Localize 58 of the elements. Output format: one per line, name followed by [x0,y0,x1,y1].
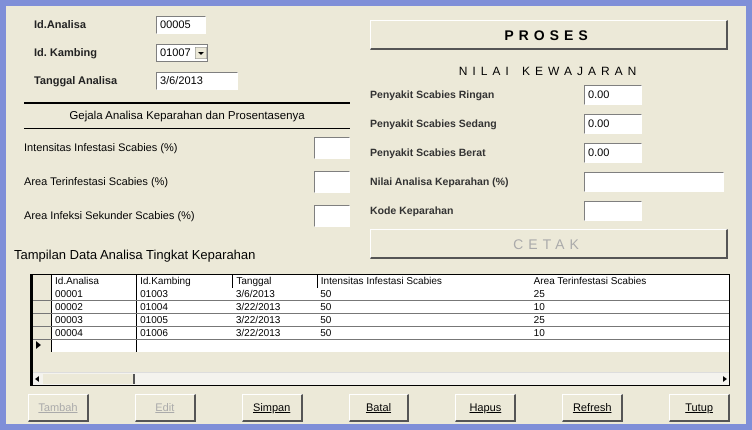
field-label: Kode Keparahan [370,204,454,216]
table-cell: 50 [317,288,531,300]
column-header[interactable]: Id.Kambing [136,275,233,288]
input-field[interactable]: 0.00 [584,142,642,162]
action-button[interactable]: Simpan [242,394,303,422]
input-field[interactable]: 00005 [156,16,206,34]
action-button[interactable]: Batal [348,394,410,422]
section-title: NILAI KEWAJARAN [458,64,642,78]
table-cell: 00001 [52,288,137,300]
input-field[interactable]: 0.00 [584,114,642,134]
table-cell: 00004 [52,326,137,340]
section-title: Gejala Analisa Keparahan dan Prosentasenya [24,102,350,129]
field-label: Intensitas Infestasi Scabies (%) [24,142,178,154]
field-label: Nilai Analisa Keparahan (%) [370,176,510,188]
field-label: Penyakit Scabies Sedang [370,118,498,130]
column-header[interactable]: Tanggal [232,275,318,288]
table-cell: 50 [317,314,531,326]
field-label: Id. Kambing [33,47,98,59]
date-field[interactable]: 3/6/2013 [156,72,238,90]
column-header[interactable]: Intensitas Infestasi Scabies [317,275,531,288]
table-cell: 3/22/2013 [232,326,318,340]
table-cell: 3/6/2013 [232,288,318,300]
table-cell: 3/22/2013 [232,300,318,314]
action-button[interactable]: Tutup [669,394,730,422]
table-cell: 25 [530,314,729,326]
table-cell: 10 [530,300,729,314]
input-field[interactable] [314,137,350,159]
column-header[interactable]: Id.Analisa [52,275,137,288]
table-cell: 10 [530,326,729,340]
table-title: Tampilan Data Analisa Tingkat Keparahan [14,247,256,262]
field-label: Penyakit Scabies Ringan [370,88,496,100]
input-field[interactable] [584,172,724,192]
field-label: Area Terinfestasi Scabies (%) [24,176,168,188]
table-cell: 01003 [136,288,233,300]
table-cell: 3/22/2013 [232,314,318,326]
process-button[interactable]: PROSES [370,20,728,50]
dropdown-arrow-icon[interactable] [194,47,207,59]
table-cell: 50 [317,326,531,340]
table-cell: 00002 [52,300,137,314]
table-cell: 01004 [136,300,233,314]
input-field[interactable]: 0.00 [584,84,642,104]
field-label: Penyakit Scabies Berat [370,146,487,158]
table-cell: 50 [317,300,531,314]
action-button[interactable]: Refresh [562,394,624,422]
field-label: Id.Analisa [33,19,87,31]
table-cell: 25 [530,288,729,300]
table-cell: 01006 [136,326,233,340]
table-cell: 00003 [52,314,137,326]
input-field[interactable] [314,171,350,193]
dropdown-field[interactable]: 01007 [156,44,208,62]
action-button[interactable]: Hapus [455,394,516,422]
field-label: Area Infeksi Sekunder Scabies (%) [24,210,195,222]
input-field[interactable] [314,205,350,227]
input-field[interactable] [584,200,642,220]
column-header[interactable]: Area Terinfestasi Scabies [530,275,729,288]
field-label: Tanggal Analisa [33,75,118,87]
table-cell: 01005 [136,314,233,326]
horizontal-scrollbar[interactable] [33,372,729,385]
